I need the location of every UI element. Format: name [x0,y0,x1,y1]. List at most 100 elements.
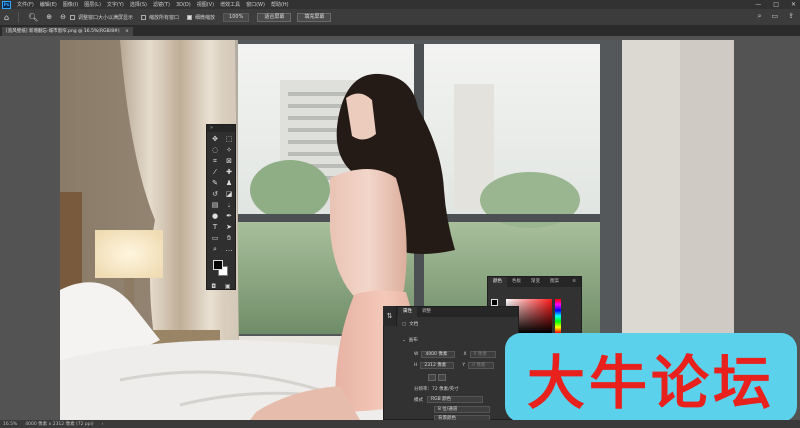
y-label: Y [462,363,466,368]
magic-wand-icon[interactable]: ✧ [222,145,236,155]
status-zoom[interactable]: 16.5% [3,422,17,427]
collapsed-panel-icon[interactable]: ⇅ [383,306,397,326]
eyedropper-icon[interactable]: ⁄ [208,167,222,177]
document-tab-bar: [宽风壁纸] 新增翻忘-城市窗帘.png @ 16.5%(RGB/8#) × [0,26,800,36]
menu-select[interactable]: 选择(S) [127,1,150,8]
hand-tool-icon[interactable]: ✋︎ [222,233,236,243]
foreground-color-swatch[interactable] [213,260,223,270]
photoshop-window: Ps 文件(F) 编辑(E) 图像(I) 图层(L) 文字(Y) 选择(S) 滤… [0,0,800,428]
watermark-badge: 大牛论坛 [505,333,797,422]
brush-tool-icon[interactable]: ✎ [208,178,222,188]
color-swatches [207,258,235,280]
more-tools-icon[interactable]: … [222,244,236,254]
menu-layer[interactable]: 图层(L) [81,1,104,8]
panel-menu-icon[interactable]: ≡ [567,277,581,287]
zoom-in-icon[interactable]: ⊕ [46,13,52,21]
portrait-button[interactable] [428,374,436,381]
scrubby-zoom-checkbox[interactable]: 细微缩放 [187,14,215,21]
screen-mode-icon[interactable]: ▣ [225,283,231,290]
tab-gradients[interactable]: 渐变 [526,277,545,287]
dodge-tool-icon[interactable]: ● [208,211,222,221]
landscape-button[interactable] [438,374,446,381]
x-field[interactable]: 0 像素 [469,351,496,358]
document-tab-label: [宽风壁纸] 新增翻忘-城市窗帘.png @ 16.5%(RGB/8#) [6,29,120,34]
menu-window[interactable]: 窗口(W) [243,1,268,8]
history-brush-icon[interactable]: ↺ [208,189,222,199]
properties-tabs: 属性 调整 [384,307,518,317]
pen-tool-icon[interactable]: ✒ [222,211,236,221]
menu-filter[interactable]: 滤镜(T) [150,1,173,8]
minimize-button[interactable]: — [755,1,761,8]
tab-close-icon[interactable]: × [125,29,129,34]
zoom-all-windows-label: 缩放所有窗口 [149,14,180,21]
zoom-out-icon[interactable]: ⊖ [60,13,66,21]
menu-plugins[interactable]: 增效工具 [217,1,243,8]
gradient-tool-icon[interactable]: ▤ [208,200,222,210]
checkbox-box [141,14,146,20]
height-field[interactable]: 2312 像素 [420,362,455,369]
frame-tool-icon[interactable]: ⊠ [222,156,236,166]
workspace-icon[interactable]: ▭ [772,12,779,21]
tab-adjustments[interactable]: 调整 [417,307,436,317]
zoom-value-field[interactable]: 100% [223,12,250,22]
quick-mask-icon[interactable]: ◘ [211,283,216,290]
document-tab[interactable]: [宽风壁纸] 新增翻忘-城市窗帘.png @ 16.5%(RGB/8#) × [2,27,133,36]
fill-screen-button[interactable]: 填充屏幕 [297,12,332,22]
tab-color[interactable]: 颜色 [488,277,507,287]
rectangle-tool-icon[interactable]: ▭ [208,233,222,243]
tab-patterns[interactable]: 图案 [545,277,564,287]
tab-swatches[interactable]: 色板 [507,277,526,287]
menu-3d[interactable]: 3D(D) [173,2,194,8]
color-panel-swatch[interactable] [491,299,498,306]
tools-palette-grip[interactable]: » [207,125,235,132]
width-field[interactable]: 4000 像素 [421,351,456,358]
fit-screen-button[interactable]: 适合屏幕 [257,12,292,22]
type-tool-icon[interactable]: T [208,222,222,232]
tab-properties[interactable]: 属性 [398,307,417,317]
divider [18,11,20,23]
search-icon[interactable]: ⌕ [758,12,762,21]
menu-help[interactable]: 帮助(H) [268,1,292,8]
tools-bottom: ◘ ▣ [207,280,235,290]
status-arrow-icon[interactable]: › [102,422,104,427]
depth-row: 8 位/通道 [434,406,490,413]
stamp-tool-icon[interactable]: ♟ [222,178,236,188]
lamp-shade [95,230,163,278]
hue-slider[interactable] [555,299,561,333]
bit-depth-select[interactable]: 8 位/通道 [434,406,490,413]
resolution-label: 分辨率：72 像素/英寸 [414,387,459,392]
crop-tool-icon[interactable]: ⌗ [208,156,222,166]
share-icon[interactable]: ⇪ [788,12,794,21]
photoshop-logo: Ps [2,0,11,9]
zoom-tool-icon[interactable]: 🔍︎ [28,13,38,22]
menu-type[interactable]: 文字(Y) [104,1,127,8]
resize-windows-checkbox[interactable]: 调整窗口大小以满屏显示 [69,14,133,21]
path-select-icon[interactable]: ➤ [222,222,236,232]
close-button[interactable]: ✕ [791,1,796,8]
blur-tool-icon[interactable]: 💧︎ [222,200,236,210]
menu-edit[interactable]: 编辑(E) [37,1,60,8]
window-controls: — □ ✕ [755,0,796,9]
tools-palette: » ✥ ⬚ ◌ ✧ ⌗ ⊠ ⁄ ✚ ✎ ♟ ↺ ◪ ▤ 💧︎ ● ✒ T ➤ ▭… [206,124,236,290]
move-tool-icon[interactable]: ✥ [208,134,222,144]
mode-select[interactable]: RGB 颜色 [427,396,483,403]
eraser-icon[interactable]: ◪ [222,189,236,199]
lasso-tool-icon[interactable]: ◌ [208,145,222,155]
marquee-tool-icon[interactable]: ⬚ [222,134,236,144]
chevron-down-icon[interactable]: ⌄ [402,338,406,343]
resolution-row: 分辨率：72 像素/英寸 [414,386,459,392]
zoom-all-windows-checkbox[interactable]: 缩放所有窗口 [141,14,179,21]
menu-file[interactable]: 文件(F) [14,1,37,8]
home-icon[interactable]: ⌂ [4,13,9,22]
width-label: W [414,352,419,357]
zoom-tool-icon[interactable]: ⌕ [208,244,222,254]
color-panel-tabs: 颜色 色板 渐变 图案 ≡ [488,277,581,287]
healing-brush-icon[interactable]: ✚ [222,167,236,177]
y-field[interactable]: 0 像素 [468,362,495,369]
menu-view[interactable]: 视图(V) [194,1,217,8]
options-bar-right: ⌕ ▭ ⇪ [758,12,794,21]
maximize-button[interactable]: □ [773,1,779,8]
document-icon: ▢ [402,321,407,327]
scrubby-zoom-label: 细微缩放 [195,14,216,21]
menu-image[interactable]: 图像(I) [60,1,81,8]
